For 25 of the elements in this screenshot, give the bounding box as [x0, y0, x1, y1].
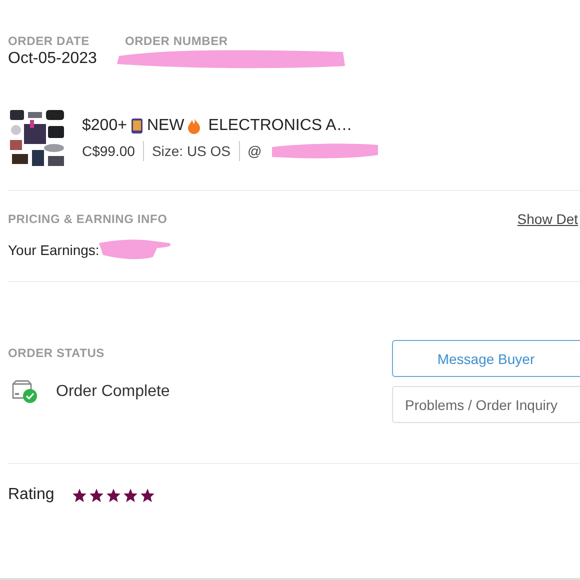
item-size: Size: US OS	[152, 143, 231, 159]
buyer-handle: @	[248, 143, 262, 159]
order-date: Oct-05-2023	[8, 50, 97, 68]
item-title: ELECTRONICS A…	[208, 117, 352, 135]
inquiry-button[interactable]: Problems / Order Inquiry	[392, 386, 580, 423]
section-label: ORDER STATUS	[8, 346, 106, 360]
order-date-label: ORDER DATE	[8, 34, 90, 48]
fire-icon	[188, 118, 200, 134]
star-icon	[106, 488, 122, 502]
message-button[interactable]: Message Buyer	[392, 340, 580, 377]
order-number-label: ORDER NUMBER	[124, 34, 228, 48]
item-title: NEW	[146, 117, 184, 135]
star-icon	[72, 488, 88, 502]
star-icon	[140, 488, 156, 502]
phone-icon	[130, 118, 143, 134]
item-title: $200+	[82, 117, 127, 135]
rating-label: Rating	[8, 486, 54, 504]
package-check-icon	[10, 380, 38, 404]
star-icon	[123, 488, 138, 502]
order-status: Order Complete	[56, 383, 170, 401]
section-label: PRICING & EARNING INFO	[8, 212, 168, 226]
show-details-link[interactable]: Show Det	[517, 211, 578, 227]
star-icon	[89, 488, 104, 502]
earnings-text: Your Earnings:	[8, 242, 100, 258]
item-price: C$99.00	[82, 143, 135, 159]
